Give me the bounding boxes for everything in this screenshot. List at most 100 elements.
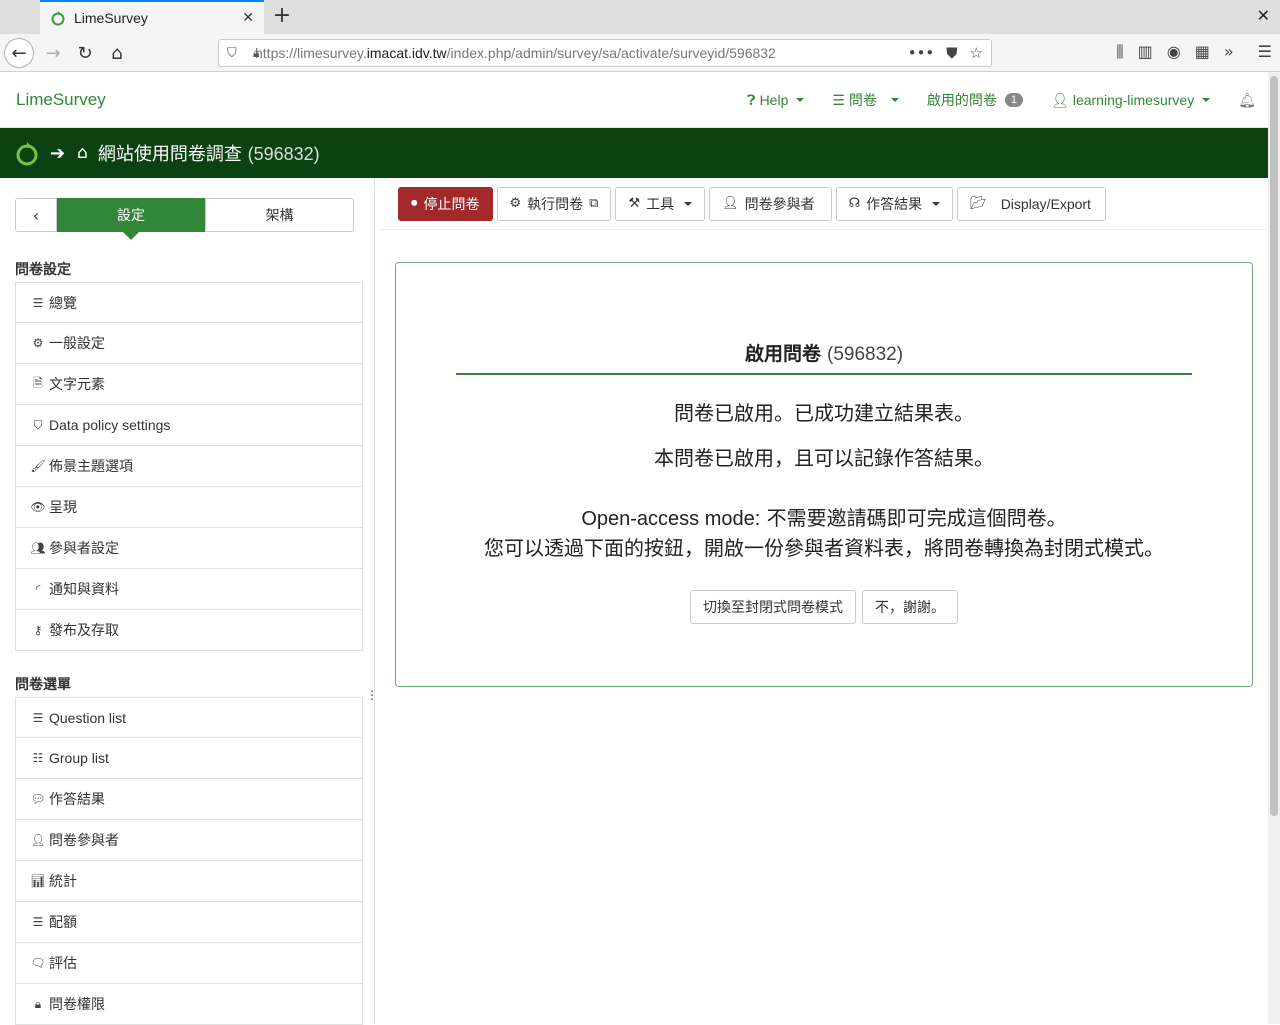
- home-icon[interactable]: ⌂: [77, 143, 88, 163]
- open-access-message: Open-access mode: 不需要邀請碼即可完成這個問卷。: [581, 506, 1067, 530]
- cogs-icon: ⚙: [32, 336, 44, 350]
- survey-toolbar: ⏺︎ 停止問卷 ⚙ 執行問卷 ⧉ ⚒ 工具 👤︎ 問卷參與者 ☊ 作答結果 📂︎…: [380, 178, 1266, 230]
- section-survey-menu: 問卷選單: [15, 677, 71, 693]
- tab-close-icon[interactable]: ✕: [242, 10, 254, 26]
- shield-icon: ⛉: [33, 417, 43, 432]
- sidebar-item-participant-settings[interactable]: 👥︎ 參與者設定: [15, 528, 363, 569]
- shield-icon[interactable]: ⛉: [227, 46, 237, 61]
- brand-logo[interactable]: LimeSurvey: [16, 90, 106, 110]
- sidebar-item-notifications[interactable]: ◜ 通知與資料: [15, 569, 363, 610]
- closed-mode-hint: 您可以透過下面的按鈕，開啟一份參與者資料表，將問卷轉換為封閉式模式。: [484, 536, 1164, 560]
- sidebar-item-data-policy[interactable]: ⛉ Data policy settings: [15, 405, 363, 446]
- responses-icon: ☊: [848, 196, 861, 211]
- browser-tab-title: LimeSurvey: [74, 10, 148, 26]
- users-icon: 👥︎: [30, 541, 46, 555]
- sidebar-item-quotas[interactable]: ☰ 配額: [15, 902, 363, 943]
- responses-dropdown-button[interactable]: ☊ 作答結果: [835, 186, 954, 221]
- user-menu[interactable]: 👤︎ learning-limesurvey: [1051, 91, 1211, 109]
- sidebar-item-text-elements[interactable]: 🗎︎ 文字元素: [15, 364, 363, 405]
- new-tab-icon[interactable]: +: [270, 4, 294, 28]
- list-icon: ☰: [32, 295, 44, 310]
- library-icon[interactable]: ⫼: [1116, 42, 1123, 62]
- bookmark-star-icon[interactable]: ☆: [970, 44, 983, 62]
- home-icon[interactable]: ⌂: [102, 38, 132, 68]
- section-survey-settings: 問卷設定: [15, 262, 71, 278]
- more-icon[interactable]: •••: [908, 44, 935, 62]
- stop-circle-icon: ⏺︎: [411, 196, 418, 211]
- tab-structure[interactable]: 架構: [205, 198, 354, 232]
- menu-list: ☰ Question list ☷ Group list 💬︎ 作答結果 👤︎ 問卷參與…: [15, 697, 363, 1025]
- list-icon: ☰: [832, 91, 845, 108]
- sidebar-item-overview[interactable]: ☰ 總覽: [15, 282, 363, 323]
- active-surveys-link[interactable]: 啟用的問卷 1: [927, 90, 1024, 110]
- reload-icon[interactable]: ↻: [70, 38, 100, 68]
- key-icon: ⚷: [33, 623, 43, 637]
- list-icon: ☰: [32, 710, 44, 725]
- chevron-left-icon: ‹: [32, 205, 40, 225]
- back-icon[interactable]: ←: [4, 38, 34, 68]
- sidebar-item-statistics[interactable]: 📊︎ 統計: [15, 861, 363, 902]
- scrollbar-thumb[interactable]: [1270, 76, 1278, 816]
- rss-icon: ◜: [35, 582, 41, 596]
- sidebar-item-assessments[interactable]: 🗨︎ 評估: [15, 943, 363, 984]
- extensions-icon[interactable]: ▦: [1195, 42, 1210, 62]
- no-thanks-button[interactable]: 不，謝謝。: [862, 590, 958, 624]
- sidebar-item-presentation[interactable]: 👁︎ 呈現: [15, 487, 363, 528]
- sidebar-item-question-list[interactable]: ☰ Question list: [15, 697, 363, 738]
- folder-open-icon: 📂︎: [970, 196, 987, 211]
- browser-tab[interactable]: LimeSurvey ✕: [40, 0, 264, 34]
- file-text-icon: 🗎︎: [33, 375, 43, 390]
- tools-dropdown-button[interactable]: ⚒ 工具: [615, 186, 706, 221]
- sidebar-collapse-button[interactable]: ‹: [15, 198, 57, 232]
- switch-closed-mode-button[interactable]: 切換至封閉式問卷模式: [690, 590, 856, 624]
- forward-icon[interactable]: →: [38, 38, 68, 68]
- bar-chart-icon: 📊︎: [30, 874, 46, 888]
- overflow-icon[interactable]: »: [1224, 42, 1234, 62]
- limesurvey-favicon-icon: [51, 11, 65, 26]
- page-scrollbar[interactable]: [1268, 72, 1280, 1024]
- url-bar[interactable]: ⛉ 🔒︎ https://limesurvey.imacat.idv.tw/in…: [218, 39, 992, 67]
- tasks-icon: ☰: [32, 915, 44, 929]
- sidebar-item-group-list[interactable]: ☷ Group list: [15, 738, 363, 779]
- survey-participants-button[interactable]: 👤︎ 問卷參與者: [709, 186, 832, 221]
- tools-icon: ⚒: [628, 196, 641, 211]
- tab-settings[interactable]: 設定: [57, 198, 205, 240]
- external-link-icon: ⧉: [589, 196, 599, 211]
- user-icon: 👤︎: [1051, 91, 1069, 108]
- sidebar-item-participants[interactable]: 👤︎ 問卷參與者: [15, 820, 363, 861]
- help-menu[interactable]: ❓︎ Help: [747, 92, 805, 109]
- browser-nav-bar: ← → ↻ ⌂ ⛉ 🔒︎ https://limesurvey.imacat.i…: [0, 34, 1280, 72]
- sidebar-item-general-settings[interactable]: ⚙ 一般設定: [15, 323, 363, 364]
- pocket-icon[interactable]: ⛊: [946, 44, 957, 62]
- sidebar-item-theme-options[interactable]: 🖌︎ 佈景主題選項: [15, 446, 363, 487]
- surveys-menu[interactable]: ☰ 問卷: [832, 90, 877, 110]
- eye-slash-icon: 👁︎: [30, 500, 46, 514]
- title-divider: [456, 373, 1192, 375]
- menu-icon[interactable]: ☰: [1258, 42, 1272, 62]
- url-text[interactable]: https://limesurvey.imacat.idv.tw/index.p…: [255, 45, 908, 61]
- notifications-bell-icon[interactable]: 🔔︎: [1238, 92, 1256, 109]
- account-icon[interactable]: ◉: [1167, 42, 1181, 62]
- sidebar-item-publication[interactable]: ⚷ 發布及存取: [15, 610, 363, 651]
- arrow-right-icon: ➔: [50, 142, 66, 164]
- survey-title[interactable]: 網站使用問卷調查 (596832): [98, 140, 320, 166]
- limesurvey-logo-icon[interactable]: [14, 140, 40, 166]
- recording-message: 本問卷已啟用，且可以記錄作答結果。: [654, 446, 994, 470]
- active-count-badge: 1: [1004, 93, 1024, 107]
- panel-title: 啟用問卷 (596832): [744, 343, 904, 365]
- lock-icon: 🔒︎: [253, 45, 260, 60]
- sidebar-resize-handle-icon[interactable]: ⋮: [366, 688, 378, 702]
- stop-survey-button[interactable]: ⏺︎ 停止問卷: [398, 186, 493, 221]
- sidebar-item-permissions[interactable]: 🔒︎ 問卷權限: [15, 984, 363, 1025]
- display-export-button[interactable]: 📂︎ Display/Export: [957, 186, 1106, 221]
- window-close-icon[interactable]: ✕: [1257, 6, 1270, 25]
- comment-icon: 💬︎: [30, 792, 46, 806]
- execute-survey-button[interactable]: ⚙ 執行問卷 ⧉: [496, 186, 612, 221]
- survey-title-bar: ➔ ⌂ 網站使用問卷調查 (596832): [0, 128, 1268, 178]
- browser-tab-bar: LimeSurvey ✕ + ✕: [0, 0, 1280, 34]
- activation-panel: 啟用問卷 (596832) 問卷已啟用。已成功建立結果表。 本問卷已啟用，且可以…: [395, 262, 1253, 687]
- surveys-dropdown-toggle[interactable]: [887, 98, 899, 102]
- sidebar-icon[interactable]: ▥: [1138, 42, 1153, 62]
- sidebar-item-responses[interactable]: 💬︎ 作答結果: [15, 779, 363, 820]
- lock-icon: 🔒︎: [34, 996, 42, 1011]
